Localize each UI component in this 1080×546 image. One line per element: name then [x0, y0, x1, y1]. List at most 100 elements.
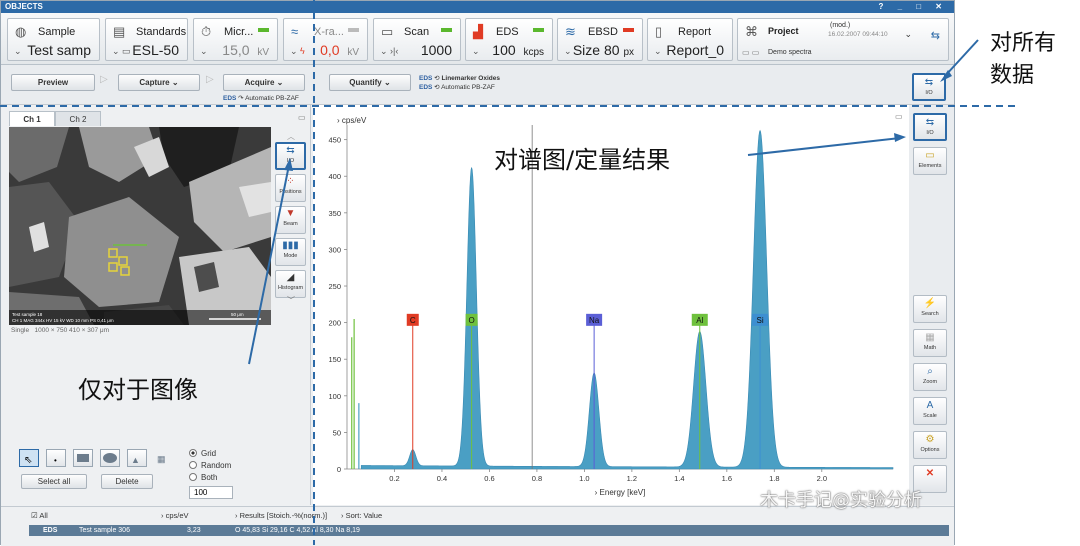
window-controls[interactable]: ? _ □ ✕	[878, 1, 948, 13]
xray-value: 0,0 kV	[320, 42, 359, 58]
scan-object[interactable]: ▭ Scan ⌄ ›|‹ 1000	[373, 18, 461, 61]
project-object[interactable]: ⌘ Project (mod.) 16.02.2007 09:44:10 ⌄ ⇆…	[737, 18, 949, 61]
radio-grid[interactable]: Grid	[189, 449, 216, 458]
image-panel: Ch 1 Ch 2 ▭ Test sample 18 CH 1 MAG 344x…	[1, 105, 311, 505]
positions-button[interactable]: ⁘ Positions	[275, 174, 306, 202]
project-modified: (mod.)	[830, 22, 851, 29]
elements-button[interactable]: ▭ Elements	[913, 147, 947, 175]
sample-object[interactable]: ◍ Sample ⌄ Test samp	[7, 18, 100, 61]
sample-value: Test samp	[27, 42, 91, 58]
x-tick-label: 0.6	[484, 474, 494, 483]
global-io-button[interactable]: ⇆ I/O	[912, 73, 946, 101]
maximize-icon: ▭	[895, 112, 903, 121]
grid-tool[interactable]: ▦	[157, 449, 177, 467]
delete-button[interactable]: Delete	[101, 474, 153, 489]
standards-object[interactable]: ▤ Standards ⌄ ▭ ESL-50	[105, 18, 188, 61]
rectangle-icon	[77, 454, 89, 462]
project-icon: ⌘	[745, 24, 758, 39]
annotation-spectrum: 对谱图/定量结果	[494, 146, 671, 174]
scale-button[interactable]: A Scale	[913, 397, 947, 425]
y-tick-label: 250	[328, 282, 341, 291]
maximize-icon[interactable]: ▭	[298, 113, 306, 122]
tab-ch2[interactable]: Ch 2	[55, 111, 101, 126]
math-button[interactable]: ▦ Math	[913, 329, 947, 357]
x-tick-label: 1.0	[579, 474, 589, 483]
radio-both[interactable]: Both	[189, 473, 217, 482]
project-date: 16.02.2007 09:44:10	[828, 31, 888, 38]
preview-button[interactable]: Preview	[11, 74, 95, 91]
select-all-button[interactable]: Select all	[21, 474, 87, 489]
report-object[interactable]: ▯ Report ⌄ Report_0	[647, 18, 733, 61]
point-count-input[interactable]: 100	[189, 486, 233, 499]
x-tick-label: 1.8	[769, 474, 779, 483]
chevron-down-icon[interactable]: ⌄	[564, 46, 572, 57]
image-caption: Single 1000 × 750 410 × 307 μm	[11, 327, 110, 334]
row-name: Test sample 306	[79, 527, 130, 534]
sem-image[interactable]: Test sample 18 CH 1 MAG 344x HV 15 kV WD…	[9, 127, 271, 325]
status-led	[533, 28, 544, 32]
zoom-button[interactable]: ⌕ Zoom	[913, 363, 947, 391]
polygon-tool[interactable]: ▲	[127, 449, 147, 467]
unit-dropdown[interactable]: › cps/eV	[161, 511, 189, 520]
y-tick-label: 450	[328, 136, 341, 145]
chevron-down-icon[interactable]: ⌄	[200, 46, 208, 57]
eds-label: EDS	[496, 26, 519, 38]
search-button[interactable]: ⚡ Search	[913, 295, 947, 323]
x-tick-label: 0.4	[437, 474, 447, 483]
capture-button[interactable]: Capture ⌄	[118, 74, 200, 91]
sample-label: Sample	[38, 26, 76, 38]
rectangle-tool[interactable]	[73, 449, 93, 467]
y-tick-label: 200	[328, 319, 341, 328]
table-row[interactable]: EDS Test sample 306 3,23 O 45,83 Si 29,1…	[29, 525, 949, 536]
all-checkbox[interactable]: ☑ All	[31, 511, 48, 520]
options-button[interactable]: ⚙ Options	[913, 431, 947, 459]
chevron-down-icon[interactable]: ⌄ ▭	[112, 46, 131, 57]
scroll-down-icon[interactable]: ﹀	[287, 295, 295, 306]
ebsd-object[interactable]: ≋ EBSD ⌄ Size 80 px	[557, 18, 643, 61]
scan-label: Scan	[404, 26, 430, 38]
acquisition-toolbar: Preview ▷ Capture ⌄ ▷ Acquire ⌄ EDS ↷ Au…	[1, 65, 954, 105]
arrow-icon: ▷	[100, 74, 108, 85]
image-io-button[interactable]: ⇆ I/O	[275, 142, 306, 170]
project-label: Project	[768, 26, 799, 36]
eds-software-window: OBJECTS ? _ □ ✕ ◍ Sample ⌄ Test samp ▤ S…	[0, 0, 955, 546]
element-marker-label: Si	[756, 316, 763, 325]
chevron-down-icon[interactable]: ⌄ ϟ	[290, 46, 305, 57]
grid-icon: ▦	[157, 454, 166, 464]
chevron-down-icon[interactable]: ⌄	[472, 46, 480, 57]
eds-icon: ▟	[473, 24, 483, 39]
pointer-tool[interactable]: ⇖	[19, 449, 39, 467]
annotation-all-data: 对所有 数据	[990, 31, 1057, 88]
chevron-down-icon[interactable]: ⌄	[904, 29, 912, 40]
point-icon: •	[54, 456, 57, 465]
beam-button[interactable]: ▼ Beam	[275, 206, 306, 234]
project-value: Demo spectra	[768, 49, 812, 56]
microscope-object[interactable]: ⏱ Micr... ⌄ 15,0 kV	[193, 18, 278, 61]
chevron-down-icon[interactable]: ⌄ ›|‹	[380, 46, 398, 57]
swap-icon[interactable]: ⇆	[931, 29, 940, 42]
xray-label: X-ra...	[314, 26, 344, 38]
radio-random[interactable]: Random	[189, 461, 231, 470]
chevron-down-icon[interactable]: ⌄	[654, 46, 662, 57]
y-tick-label: 0	[337, 465, 341, 474]
spectrum-io-button[interactable]: ⇆ I/O	[913, 113, 947, 141]
x-tick-label: 0.8	[532, 474, 542, 483]
row-value: 3,23	[187, 527, 201, 534]
eds-object[interactable]: ▟ EDS ⌄ 100 kcps	[465, 18, 553, 61]
x-tick-label: 1.6	[722, 474, 732, 483]
y-tick-label: 400	[328, 172, 341, 181]
chevron-down-icon[interactable]: ⌄	[14, 46, 22, 57]
scroll-up-icon[interactable]: ︿	[287, 131, 295, 142]
results-dropdown[interactable]: › Results [Stoich.-%(norm.)]	[235, 511, 327, 520]
quantify-button[interactable]: Quantify ⌄	[329, 74, 411, 91]
status-led	[348, 28, 359, 32]
sort-dropdown[interactable]: › Sort: Value	[341, 511, 382, 520]
xray-object[interactable]: ≈ X-ra... ⌄ ϟ 0,0 kV	[283, 18, 368, 61]
ellipse-tool[interactable]	[100, 449, 120, 467]
acquire-button[interactable]: Acquire ⌄	[223, 74, 305, 91]
mode-button[interactable]: ▮▮▮ Mode	[275, 238, 306, 266]
tab-ch1[interactable]: Ch 1	[9, 111, 55, 126]
row-results: O 45,83 Si 29,16 C 4,52 Al 8,30 Na 8,19	[235, 527, 360, 534]
histogram-button[interactable]: ◢ Histogram	[275, 270, 306, 298]
point-tool[interactable]: •	[46, 449, 66, 467]
